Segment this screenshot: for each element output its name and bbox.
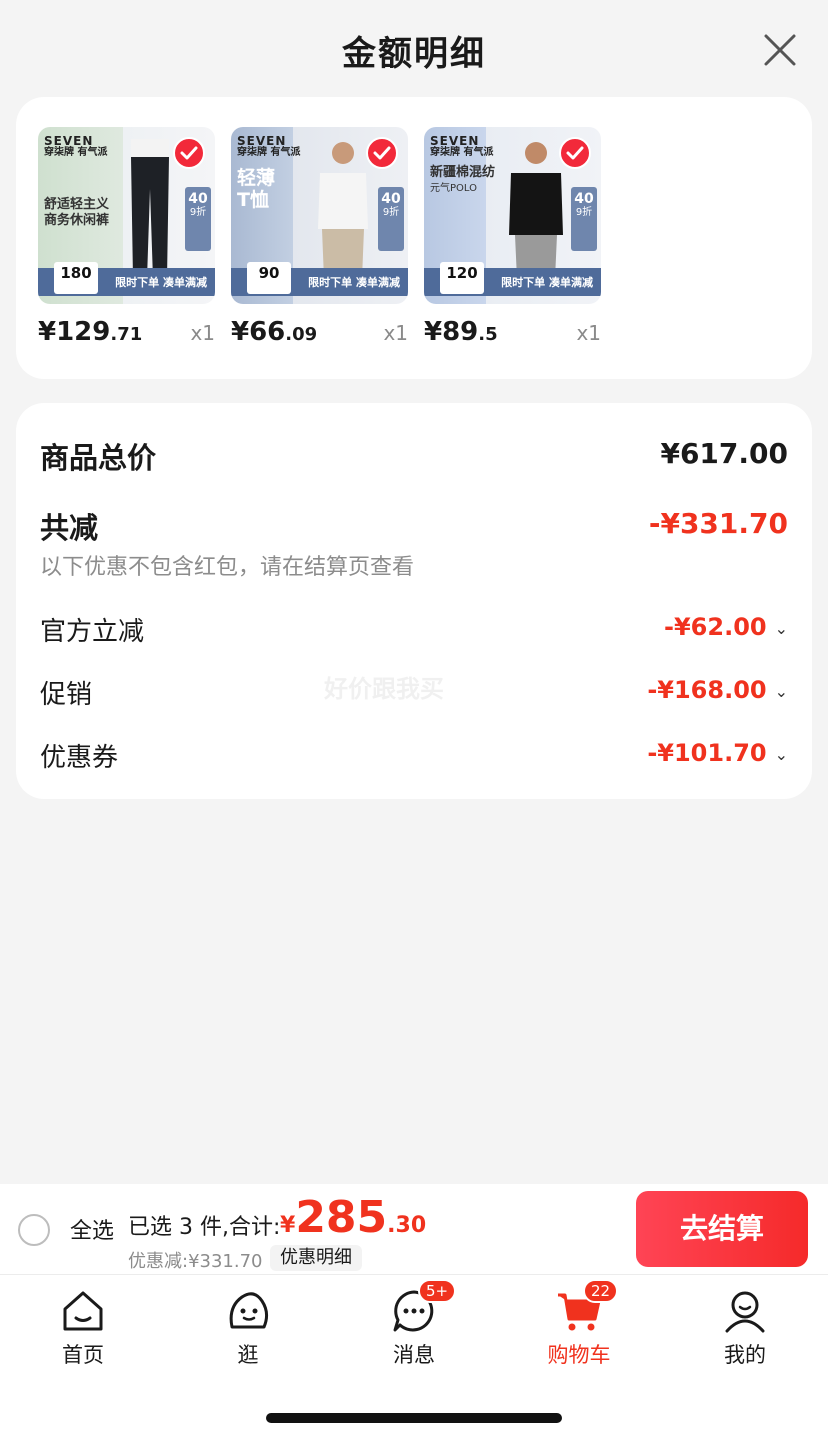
tab-label: 我的 (724, 1343, 766, 1367)
tab-label: 购物车 (547, 1343, 611, 1367)
browse-icon (224, 1287, 272, 1335)
product-thumbnail[interactable]: SEVEN 穿柒牌 有气派 新疆棉混纺 元气POLO 40 9折 限时下单 凑单… (424, 127, 601, 304)
tab-label: 首页 (62, 1343, 104, 1367)
product-thumbnail[interactable]: SEVEN 穿柒牌 有气派 轻薄 T恤 40 9折 限时下单 凑单满减 90 (231, 127, 408, 304)
pants-image (131, 139, 169, 279)
close-button[interactable] (758, 28, 802, 72)
reduce-value: -¥331.70 (648, 507, 788, 540)
polo-model-image (509, 142, 563, 279)
select-all-label[interactable]: 全选 (70, 1213, 114, 1245)
products-card: SEVEN 穿柒牌 有气派 舒适轻主义 商务休闲裤 40 9折 限时下单 凑单满… (16, 97, 812, 379)
selected-count: 已选 3 件,合计: (128, 1215, 281, 1240)
profile-icon (721, 1287, 769, 1335)
promo-text: 舒适轻主义 商务休闲裤 (44, 197, 110, 228)
product-item[interactable]: SEVEN 穿柒牌 有气派 轻薄 T恤 40 9折 限时下单 凑单满减 90 ¥… (231, 127, 408, 347)
watermark: 好价跟我买 (324, 675, 444, 703)
sheet-header: 金额明细 (0, 0, 828, 100)
price-tag: 120 (440, 262, 484, 294)
chevron-down-icon: ⌄ (774, 618, 788, 638)
home-icon (59, 1287, 107, 1335)
brand-logo: SEVEN 穿柒牌 有气派 (430, 134, 494, 158)
reduce-label: 共减 (40, 511, 99, 545)
discount-label: 促销 (40, 680, 93, 710)
promo-text: 轻薄 T恤 (237, 167, 276, 211)
price-tag: 90 (247, 262, 291, 294)
cart-count-badge: 22 (583, 1279, 619, 1303)
tab-messages[interactable]: 5+ 消息 (354, 1279, 474, 1369)
tab-cart[interactable]: 22 购物车 (519, 1279, 639, 1369)
price-tag: 180 (54, 262, 98, 294)
cart-icon: 22 (555, 1279, 619, 1335)
product-thumbnail[interactable]: SEVEN 穿柒牌 有气派 舒适轻主义 商务休闲裤 40 9折 限时下单 凑单满… (38, 127, 215, 304)
tab-home[interactable]: 首页 (23, 1283, 143, 1369)
discount-badge: 40 9折 (185, 187, 211, 251)
tab-label: 逛 (237, 1343, 259, 1367)
close-icon (764, 34, 796, 66)
brand-logo: SEVEN 穿柒牌 有气派 (237, 134, 301, 158)
brand-logo: SEVEN 穿柒牌 有气派 (44, 134, 108, 158)
product-quantity: x1 (576, 321, 601, 345)
total-price: ¥285.30 (280, 1192, 427, 1243)
total-value: ¥617.00 (660, 437, 788, 470)
discount-label: 优惠券 (40, 743, 119, 773)
discount-value: -¥168.00 ⌄ (647, 676, 788, 704)
page-title: 金额明细 (342, 34, 486, 74)
tab-label: 消息 (393, 1343, 435, 1367)
price-summary-card: 商品总价 ¥617.00 共减 -¥331.70 以下优惠不包含红包，请在结算页… (16, 403, 812, 799)
chevron-down-icon: ⌄ (774, 744, 788, 764)
product-price: ¥129.71 (38, 317, 143, 347)
checked-icon[interactable] (366, 137, 398, 169)
product-quantity: x1 (383, 321, 408, 345)
total-label: 商品总价 (40, 441, 157, 475)
message-icon: 5+ (390, 1279, 457, 1335)
home-indicator (266, 1413, 562, 1423)
select-all-radio[interactable] (18, 1214, 50, 1246)
discount-value: -¥62.00 ⌄ (664, 613, 788, 641)
checkout-bar: 全选 已选 3 件,合计: ¥285.30 优惠减:¥331.70 优惠明细 去… (0, 1184, 828, 1274)
product-item[interactable]: SEVEN 穿柒牌 有气派 舒适轻主义 商务休闲裤 40 9折 限时下单 凑单满… (38, 127, 215, 347)
discount-value: -¥101.70 ⌄ (647, 739, 788, 767)
tshirt-model-image (318, 142, 368, 279)
product-price: ¥66.09 (231, 317, 318, 347)
unread-badge: 5+ (418, 1279, 457, 1303)
checked-icon[interactable] (559, 137, 591, 169)
bottom-tab-bar: 首页 逛 5+ 消息 22 购物车 我的 (0, 1274, 828, 1437)
discount-note: 以下优惠不包含红包，请在结算页查看 (40, 555, 415, 580)
discount-detail-button[interactable]: 优惠明细 (270, 1245, 362, 1271)
product-price: ¥89.5 (424, 317, 498, 347)
discount-badge: 40 9折 (378, 187, 404, 251)
discount-badge: 40 9折 (571, 187, 597, 251)
tab-browse[interactable]: 逛 (188, 1283, 308, 1369)
checked-icon[interactable] (173, 137, 205, 169)
checkout-button[interactable]: 去结算 (636, 1191, 808, 1267)
tab-profile[interactable]: 我的 (685, 1283, 805, 1369)
discount-label: 官方立减 (40, 617, 145, 647)
chevron-down-icon: ⌄ (774, 681, 788, 701)
promo-text: 新疆棉混纺 元气POLO (430, 165, 496, 194)
product-quantity: x1 (190, 321, 215, 345)
product-item[interactable]: SEVEN 穿柒牌 有气派 新疆棉混纺 元气POLO 40 9折 限时下单 凑单… (424, 127, 601, 347)
discount-summary: 优惠减:¥331.70 (128, 1251, 263, 1272)
